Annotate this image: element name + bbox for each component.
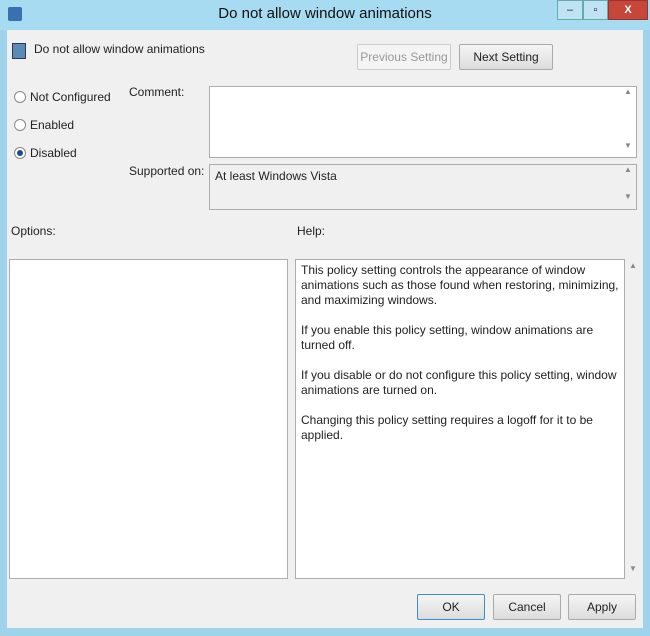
maximize-button[interactable]: ▫ — [583, 0, 608, 20]
help-paragraph: Changing this policy setting requires a … — [301, 413, 593, 442]
cancel-button[interactable]: Cancel — [493, 594, 561, 620]
ok-button[interactable]: OK — [417, 594, 485, 620]
supported-value: At least Windows Vista — [215, 169, 337, 183]
scrollbar[interactable]: ▲ ▼ — [620, 165, 636, 209]
help-paragraph: If you enable this policy setting, windo… — [301, 323, 594, 352]
supported-field: At least Windows Vista ▲ ▼ — [209, 164, 637, 210]
help-panel: This policy setting controls the appeara… — [295, 259, 625, 579]
policy-icon — [12, 43, 26, 59]
close-button[interactable]: X — [608, 0, 648, 20]
help-paragraph: If you disable or do not configure this … — [301, 368, 617, 397]
comment-input[interactable]: ▲ ▼ — [209, 86, 637, 158]
dialog-body: Do not allow window animations Previous … — [7, 30, 643, 628]
radio-circle — [14, 91, 26, 103]
radio-label: Enabled — [30, 118, 75, 132]
apply-button[interactable]: Apply — [568, 594, 636, 620]
window-title: Do not allow window animations — [218, 5, 432, 22]
help-paragraph: This policy setting controls the appeara… — [301, 263, 619, 307]
help-label: Help: — [297, 224, 326, 238]
options-label: Options: — [11, 224, 56, 238]
radio-circle — [14, 119, 26, 131]
help-scrollbar[interactable]: ▲ ▼ — [626, 259, 640, 579]
policy-name: Do not allow window animations — [34, 42, 205, 56]
radio-not-configured[interactable]: Not Configured — [14, 90, 111, 104]
comment-label: Comment: — [129, 85, 185, 99]
options-panel — [9, 259, 288, 579]
minimize-button[interactable]: – — [557, 0, 583, 20]
scrollbar[interactable]: ▲ ▼ — [620, 87, 636, 157]
title-bar: Do not allow window animations – ▫ X — [0, 0, 650, 30]
radio-label: Disabled — [30, 146, 77, 160]
next-setting-button[interactable]: Next Setting — [459, 44, 553, 70]
previous-setting-button[interactable]: Previous Setting — [357, 44, 451, 70]
supported-label: Supported on: — [129, 164, 205, 178]
radio-disabled[interactable]: Disabled — [14, 146, 77, 160]
radio-label: Not Configured — [30, 90, 111, 104]
radio-circle — [14, 147, 26, 159]
radio-enabled[interactable]: Enabled — [14, 118, 74, 132]
